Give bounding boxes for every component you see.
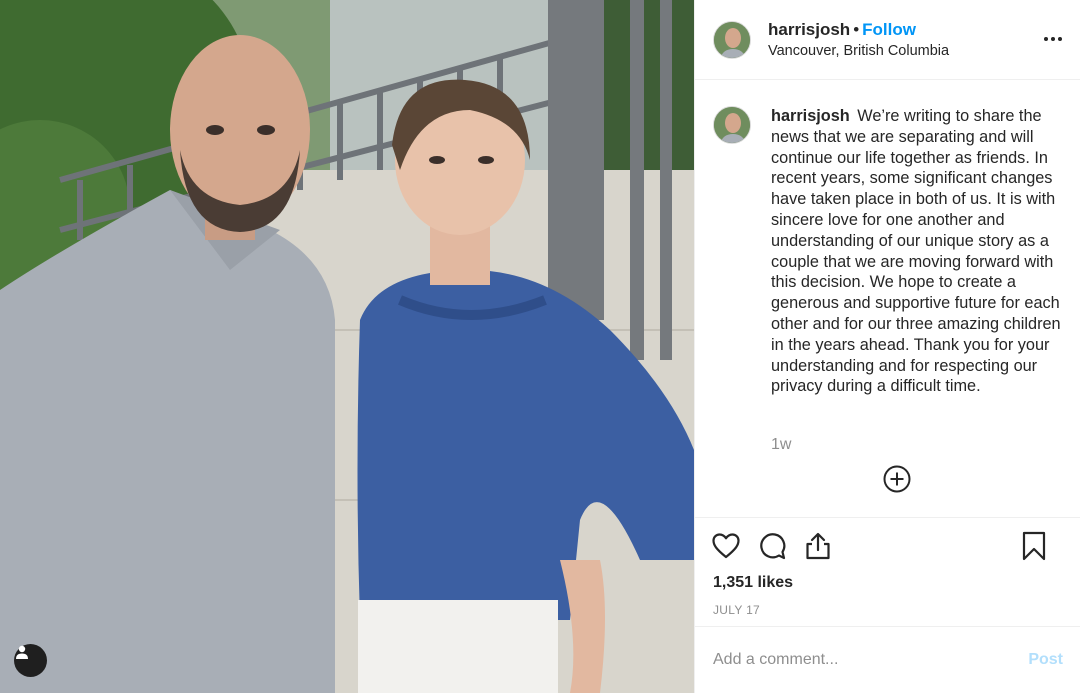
caption-text: We’re writing to share the news that we …: [771, 107, 1061, 396]
load-more-comments-button[interactable]: [883, 465, 911, 493]
post-caption: harrisjosh We’re writing to share the ne…: [771, 106, 1065, 397]
caption-username[interactable]: harrisjosh: [771, 107, 850, 125]
comments-section: harrisjosh We’re writing to share the ne…: [695, 81, 1080, 517]
plus-circle-icon: [883, 465, 911, 493]
more-options-icon: [1044, 37, 1048, 41]
comment-button[interactable]: [757, 531, 787, 561]
user-tags-button[interactable]: [14, 644, 47, 677]
separator-dot: •: [853, 19, 860, 39]
post-header: harrisjosh • Follow Vancouver, British Col…: [695, 0, 1080, 80]
save-button[interactable]: [1019, 531, 1049, 561]
post-comment-button[interactable]: Post: [1028, 651, 1063, 669]
likes-count[interactable]: 1,351 likes: [695, 574, 1080, 592]
post-location[interactable]: Vancouver, British Columbia: [768, 42, 949, 60]
heart-icon: [712, 533, 740, 559]
author-username[interactable]: harrisjosh: [768, 20, 850, 39]
photo-illustration: [0, 0, 694, 693]
post-side-panel: harrisjosh • Follow Vancouver, British Col…: [694, 0, 1080, 693]
post-date[interactable]: JULY 17: [695, 603, 1080, 617]
caption-author-avatar[interactable]: [713, 106, 751, 144]
post-time-ago[interactable]: 1w: [771, 436, 791, 454]
bookmark-icon: [1022, 531, 1046, 561]
follow-button[interactable]: Follow: [862, 20, 916, 39]
comment-icon: [760, 533, 786, 560]
author-avatar[interactable]: [713, 20, 751, 59]
comment-input[interactable]: [713, 651, 1029, 669]
user-tag-icon: [16, 645, 28, 659]
more-options-button[interactable]: [1044, 37, 1062, 41]
like-button[interactable]: [711, 531, 741, 561]
share-icon: [806, 532, 830, 560]
comment-form: Post: [695, 626, 1080, 693]
share-button[interactable]: [803, 531, 833, 561]
post-photo[interactable]: [0, 0, 694, 693]
post-actions: 1,351 likes JULY 17: [695, 517, 1080, 617]
